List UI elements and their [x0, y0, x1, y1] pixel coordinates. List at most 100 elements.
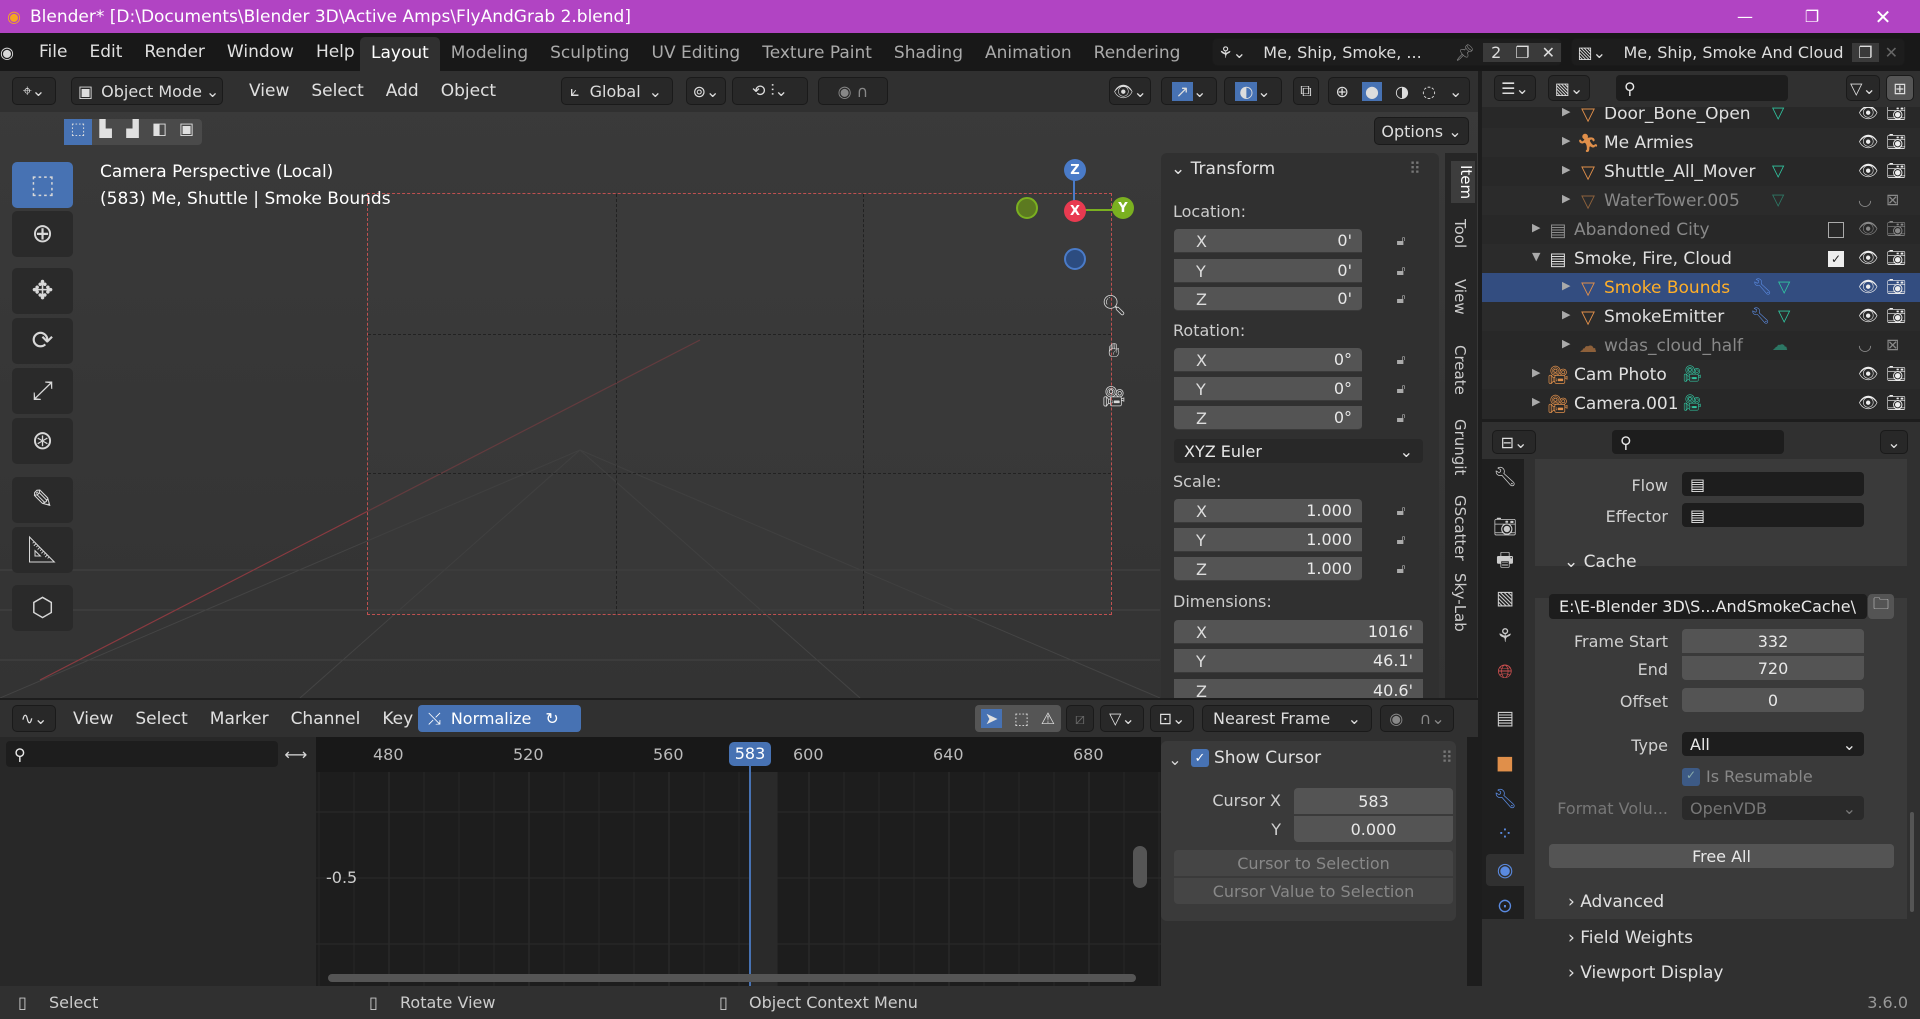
workspace-tab-texture-paint[interactable]: Texture Paint [751, 37, 883, 71]
properties-options-dropdown[interactable]: ⌄ [1880, 430, 1908, 454]
properties-tab-view-layer-icon[interactable]: ▧ [1486, 582, 1524, 614]
workspace-tab-uv-editing[interactable]: UV Editing [641, 37, 752, 71]
render-camera-icon[interactable]: 📷︎ [1886, 132, 1906, 151]
modifier-wrench-icon[interactable]: 🔧︎ [1750, 306, 1770, 325]
advanced-panel-header[interactable]: › Advanced [1568, 892, 1664, 912]
object-data-icon[interactable]: 🎥︎ [1682, 393, 1702, 412]
auto-normalize-icon[interactable]: ↻ [545, 709, 558, 728]
dimensions-z-field[interactable]: 40.6' [1174, 679, 1423, 698]
properties-tab-physics-icon[interactable]: ◉ [1486, 854, 1524, 886]
cache-directory-field[interactable]: E:\E-Blender 3D\S...AndSmokeCache\ [1549, 594, 1867, 619]
only-errors-icon[interactable]: ⚠ [1041, 709, 1055, 728]
flow-collection-field[interactable]: ▤ [1682, 472, 1864, 496]
current-frame-indicator[interactable]: 583 [729, 742, 771, 766]
npanel-tab-sky-lab[interactable]: Sky-Lab [1451, 569, 1469, 636]
pin-icon[interactable]: 📌︎ [1455, 43, 1475, 62]
outliner-row[interactable]: ▶ 🏃︎ Me Armies 👁︎ 📷︎ [1482, 128, 1920, 157]
format-volumes-dropdown[interactable]: OpenVDB ⌄ [1682, 796, 1864, 820]
zoom-icon[interactable]: 🔍︎ [1098, 289, 1130, 321]
dimensions-x-field[interactable]: 1016' [1174, 620, 1423, 644]
rotation-mode-dropdown[interactable]: XYZ Euler ⌄ [1174, 439, 1423, 463]
object-data-icon[interactable]: ▽ [1772, 161, 1784, 180]
eye-icon[interactable]: 👁︎ [1858, 277, 1878, 296]
frame-start-field[interactable]: 332 [1682, 629, 1864, 653]
lock-icon[interactable]: 🔓︎ [1390, 500, 1412, 522]
gizmo-toggle[interactable]: ↗ ⌄ [1161, 77, 1217, 105]
show-cursor-checkbox[interactable]: ✓ [1191, 749, 1209, 767]
gizmo-x-axis[interactable]: X [1064, 200, 1086, 222]
scene-selector[interactable]: ⚘⌄ Me, Ship, Smoke, ... 📌︎ 2 ❐ ✕ [1212, 38, 1562, 66]
viewport-menu-view[interactable]: View [238, 71, 300, 112]
cursor-tool-icon[interactable]: ⊕ [12, 211, 73, 257]
object-data-icon[interactable]: ▽ [1778, 306, 1790, 325]
restore-button[interactable]: ❐ [1792, 0, 1832, 33]
graph-menu-key[interactable]: Key [371, 700, 424, 737]
outliner-row[interactable]: ▼ ▤ Smoke, Fire, Cloud ✓ 👁︎ 📷︎ [1482, 244, 1920, 273]
orientation-dropdown[interactable]: ⟀ Global ⌄ [561, 77, 673, 105]
hidden-icon[interactable]: ⬚ [1014, 709, 1029, 728]
modifier-wrench-icon[interactable]: 🔧︎ [1752, 277, 1772, 296]
minimize-button[interactable]: — [1725, 0, 1765, 33]
frame-end-field[interactable]: 720 [1682, 656, 1864, 680]
expand-arrow-icon[interactable]: ▶ [1532, 221, 1540, 234]
workspace-tab-animation[interactable]: Animation [974, 37, 1083, 71]
gizmo-z-axis[interactable]: Z [1064, 159, 1086, 181]
3d-viewport[interactable]: ⌖⌄ ▣ Object Mode ⌄ View Select Add Object ⟀ Gl… [0, 71, 1478, 698]
lock-icon[interactable]: 🔓︎ [1390, 349, 1412, 371]
snap-toggle[interactable]: ⟲ ⫶⌄ [732, 77, 808, 105]
outliner-row[interactable]: ▶ ▽ Shuttle_All_Mover ▽ 👁︎ 📷︎ [1482, 157, 1920, 186]
expand-arrow-icon[interactable]: ▶ [1562, 279, 1570, 292]
properties-tab-particles-icon[interactable]: ⁘ [1486, 818, 1524, 850]
outliner-search-input[interactable]: ⚲ [1616, 75, 1788, 101]
cursor-value-to-selection-button[interactable]: Cursor Value to Selection [1174, 878, 1453, 904]
wireframe-shading-icon[interactable]: ⊕ [1336, 82, 1349, 101]
lock-icon[interactable]: 🔓︎ [1390, 558, 1412, 580]
workspace-tab-sculpting[interactable]: Sculpting [539, 37, 640, 71]
render-disabled-icon[interactable]: ⊠ [1886, 335, 1899, 354]
scale-tool-icon[interactable]: ⤢ [12, 368, 73, 414]
npanel-tab-item[interactable]: Item [1451, 161, 1475, 204]
lock-icon[interactable]: 🔓︎ [1390, 260, 1412, 282]
viewport-display-panel-header[interactable]: › Viewport Display [1568, 963, 1723, 983]
eye-icon[interactable]: 👁︎ [1858, 219, 1878, 238]
exclude-checkbox[interactable] [1828, 222, 1844, 238]
eye-icon[interactable]: 👁︎ [1858, 306, 1878, 325]
cursor-x-field[interactable]: 583 [1294, 788, 1453, 814]
material-shading-icon[interactable]: ◑ [1395, 82, 1409, 101]
gizmo-y-axis[interactable]: Y [1112, 197, 1134, 219]
workspace-tab-modeling[interactable]: Modeling [440, 37, 539, 71]
gizmo-neg-z[interactable] [1064, 248, 1086, 270]
selection-mode-buttons[interactable]: ⬚ ▙ ▟ ◧ ▣ [64, 119, 202, 145]
field-weights-panel-header[interactable]: › Field Weights [1568, 928, 1693, 948]
object-data-icon[interactable]: ▽ [1772, 190, 1784, 209]
object-data-icon[interactable]: 🎥︎ [1682, 364, 1702, 383]
expand-arrow-icon[interactable]: ▶ [1562, 308, 1570, 321]
eye-icon[interactable]: 👁︎ [1858, 248, 1878, 267]
graph-menu-view[interactable]: View [62, 700, 124, 737]
object-data-icon[interactable]: ▽ [1778, 277, 1790, 296]
transform-panel-header[interactable]: ⌄ Transform [1171, 159, 1275, 179]
display-mode-dropdown[interactable]: ☰⌄ [1494, 75, 1536, 101]
collapse-arrow-icon[interactable]: ▼ [1532, 250, 1540, 263]
render-camera-icon[interactable]: 📷︎ [1886, 393, 1906, 412]
horizontal-scrollbar[interactable] [328, 974, 1136, 982]
pivot-point-dropdown[interactable]: ⊚⌄ [686, 77, 726, 105]
dimensions-y-field[interactable]: 46.1' [1174, 649, 1423, 673]
blender-menu-icon[interactable]: ◉ [0, 41, 14, 63]
outliner-row[interactable]: ▶ ▽ WaterTower.005 ▽ ◡ ⊠ [1482, 186, 1920, 215]
lock-icon[interactable]: 🔓︎ [1390, 529, 1412, 551]
view-layer-selector[interactable]: ▧⌄ Me, Ship, Smoke And Cloud ❐ ✕ [1571, 38, 1905, 66]
graph-menu-marker[interactable]: Marker [199, 700, 280, 737]
properties-editor-type[interactable]: ⊟⌄ [1492, 430, 1536, 454]
new-view-layer-icon[interactable]: ❐ [1852, 42, 1879, 62]
annotate-tool-icon[interactable]: ✎ [12, 477, 73, 523]
close-button[interactable]: ✕ [1863, 0, 1903, 33]
properties-tab-constraints-icon[interactable]: ⊙ [1486, 890, 1524, 922]
npanel-tab-view[interactable]: View [1451, 275, 1469, 319]
options-dropdown[interactable]: Options ⌄ [1374, 117, 1469, 145]
rendered-shading-icon[interactable]: ◌ [1422, 82, 1436, 101]
expand-arrow-icon[interactable]: ▶ [1562, 192, 1570, 205]
lock-icon[interactable]: 🔓︎ [1390, 378, 1412, 400]
npanel-tab-gscatter[interactable]: GScatter [1451, 491, 1469, 565]
expand-arrow-icon[interactable]: ▶ [1532, 366, 1540, 379]
